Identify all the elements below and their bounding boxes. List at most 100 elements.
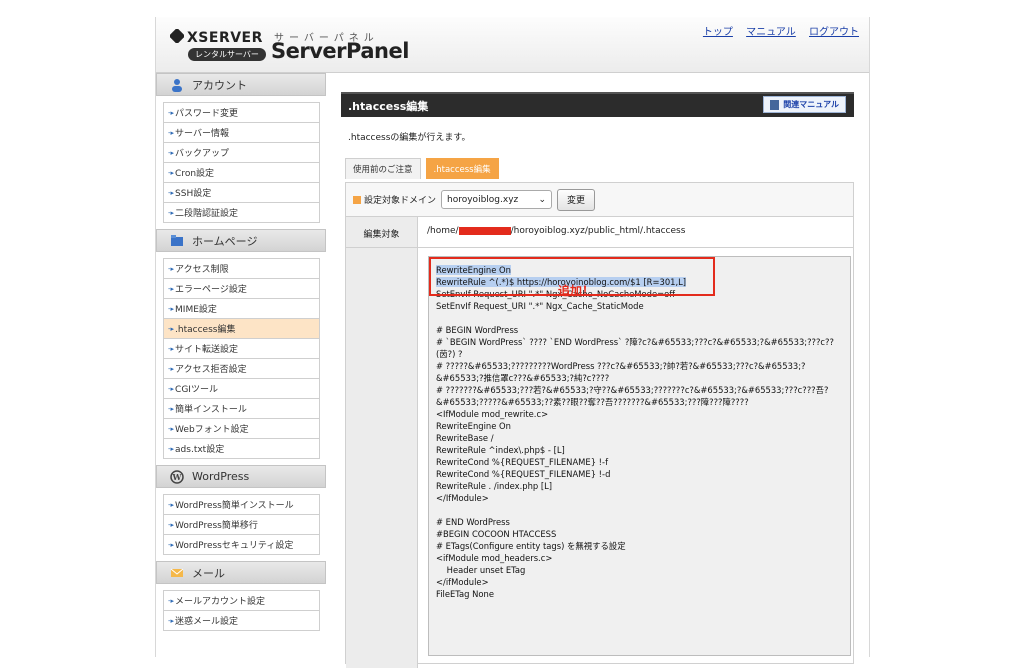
tabs: 使用前のご注意 .htaccess編集 xyxy=(345,158,504,179)
sidebar-item-wp-security[interactable]: -▸ WordPressセキュリティ設定 xyxy=(164,535,319,555)
sidebar-section-title: メール xyxy=(192,566,225,580)
domain-row: 設定対象ドメイン horoyoiblog.xyz ⌄ 変更 xyxy=(346,183,853,217)
related-manual-label: 関連マニュアル xyxy=(783,100,839,109)
arrow-icon: -▸ xyxy=(168,404,175,413)
sidebar-item-label: パスワード変更 xyxy=(175,109,239,119)
sidebar-item-htaccess[interactable]: -▸ .htaccess編集 xyxy=(164,319,319,339)
sidebar-item-label: 迷惑メール設定 xyxy=(175,617,239,627)
sidebar: アカウント -▸ パスワード変更 -▸ サーバー情報 -▸ バックアップ -▸ Cron… xyxy=(156,73,326,637)
sidebar-item-label: メールアカウント設定 xyxy=(175,597,266,607)
folder-icon xyxy=(171,234,183,246)
svg-text:W: W xyxy=(172,472,183,482)
sidebar-item-password[interactable]: -▸ パスワード変更 xyxy=(164,103,319,123)
arrow-icon: -▸ xyxy=(168,188,175,197)
sidebar-item-spam[interactable]: -▸ 迷惑メール設定 xyxy=(164,611,319,631)
sidebar-item-label: バックアップ xyxy=(175,149,230,159)
sidebar-item-label: .htaccess編集 xyxy=(175,325,236,335)
sidebar-item-label: エラーページ設定 xyxy=(175,285,247,295)
arrow-icon: -▸ xyxy=(168,424,175,433)
sidebar-item-label: SSH設定 xyxy=(175,189,212,199)
sidebar-item-label: アクセス拒否設定 xyxy=(175,365,247,375)
sidebar-item-webfont[interactable]: -▸ Webフォント設定 xyxy=(164,419,319,439)
arrow-icon: -▸ xyxy=(168,128,175,137)
editor-label-cell xyxy=(346,248,418,668)
sidebar-item-ads-txt[interactable]: -▸ ads.txt設定 xyxy=(164,439,319,459)
htaccess-code: RewriteEngine On RewriteRule ^(.*)$ http… xyxy=(436,264,846,600)
arrow-icon: -▸ xyxy=(168,304,175,313)
related-manual-button[interactable]: 関連マニュアル xyxy=(763,96,846,113)
sidebar-item-label: サーバー情報 xyxy=(175,129,229,139)
arrow-icon: -▸ xyxy=(168,384,175,393)
arrow-icon: -▸ xyxy=(168,108,175,117)
user-icon xyxy=(172,78,182,92)
path-suffix: /horoyoiblog.xyz/public_html/.htaccess xyxy=(510,226,686,236)
sidebar-menu-wordpress: -▸ WordPress簡単インストール -▸ WordPress簡単移行 -▸ Wo… xyxy=(163,494,320,555)
change-button[interactable]: 変更 xyxy=(557,188,596,211)
sidebar-item-label: WordPress簡単インストール xyxy=(175,501,294,511)
sidebar-item-error-page[interactable]: -▸ エラーページ設定 xyxy=(164,279,319,299)
domain-select-value: horoyoiblog.xyz xyxy=(447,194,519,205)
tab-notes[interactable]: 使用前のご注意 xyxy=(345,158,421,179)
arrow-icon: -▸ xyxy=(168,208,175,217)
sidebar-item-label: Webフォント設定 xyxy=(175,425,249,435)
sidebar-item-2fa[interactable]: -▸ 二段階認証設定 xyxy=(164,203,319,223)
chevron-down-icon: ⌄ xyxy=(538,194,547,205)
sidebar-item-access-deny[interactable]: -▸ アクセス拒否設定 xyxy=(164,359,319,379)
logo-rental-badge: レンタルサーバー xyxy=(188,48,266,61)
arrow-icon: -▸ xyxy=(168,520,175,529)
logo-serverpanel: ServerPanel xyxy=(271,39,409,63)
page-title-bar: .htaccess編集 関連マニュアル xyxy=(341,92,854,117)
target-row: 編集対象 /home/ /horoyoiblog.xyz/public_html/… xyxy=(346,217,853,248)
sidebar-item-label: MIME設定 xyxy=(175,305,217,315)
arrow-icon: -▸ xyxy=(168,264,175,273)
edit-panel: 設定対象ドメイン horoyoiblog.xyz ⌄ 変更 編集対象 /home… xyxy=(345,182,854,668)
sidebar-item-ssh[interactable]: -▸ SSH設定 xyxy=(164,183,319,203)
sidebar-section-homepage: ホームページ xyxy=(156,229,326,252)
logout-link[interactable]: ログアウト xyxy=(809,27,859,38)
htaccess-textarea[interactable]: RewriteEngine On RewriteRule ^(.*)$ http… xyxy=(428,256,851,656)
sidebar-section-title: アカウント xyxy=(192,78,247,92)
sidebar-item-label: 二段階認証設定 xyxy=(175,209,239,219)
sidebar-menu-mail: -▸ メールアカウント設定 -▸ 迷惑メール設定 xyxy=(163,590,320,631)
sidebar-item-label: CGIツール xyxy=(175,385,218,395)
arrow-icon: -▸ xyxy=(168,500,175,509)
arrow-icon: -▸ xyxy=(168,324,175,333)
sidebar-item-access-limit[interactable]: -▸ アクセス制限 xyxy=(164,259,319,279)
sidebar-item-mail-account[interactable]: -▸ メールアカウント設定 xyxy=(164,591,319,611)
sidebar-item-cgi-tools[interactable]: -▸ CGIツール xyxy=(164,379,319,399)
sidebar-item-wp-install[interactable]: -▸ WordPress簡単インストール xyxy=(164,495,319,515)
wordpress-icon: W xyxy=(170,469,184,484)
mail-icon xyxy=(170,568,184,577)
sidebar-item-site-forward[interactable]: -▸ サイト転送設定 xyxy=(164,339,319,359)
sidebar-item-cron[interactable]: -▸ Cron設定 xyxy=(164,163,319,183)
sidebar-item-label: Cron設定 xyxy=(175,169,215,179)
arrow-icon: -▸ xyxy=(168,168,175,177)
arrow-icon: -▸ xyxy=(168,344,175,353)
main-content: .htaccess編集 関連マニュアル .htaccessの編集が行えます。 使… xyxy=(341,92,854,668)
page-description: .htaccessの編集が行えます。 xyxy=(348,133,471,143)
sidebar-menu-account: -▸ パスワード変更 -▸ サーバー情報 -▸ バックアップ -▸ Cron設定 -▸ S… xyxy=(163,102,320,223)
arrow-icon: -▸ xyxy=(168,596,175,605)
top-link[interactable]: トップ xyxy=(703,27,733,38)
sidebar-menu-homepage: -▸ アクセス制限 -▸ エラーページ設定 -▸ MIME設定 -▸ .htaccess… xyxy=(163,258,320,459)
sidebar-section-account: アカウント xyxy=(156,73,326,96)
domain-select[interactable]: horoyoiblog.xyz ⌄ xyxy=(441,190,553,209)
sidebar-item-easy-install[interactable]: -▸ 簡単インストール xyxy=(164,399,319,419)
sidebar-item-label: 簡単インストール xyxy=(175,405,247,415)
arrow-icon: -▸ xyxy=(168,364,175,373)
domain-label: 設定対象ドメイン xyxy=(364,196,437,206)
tab-htaccess-edit[interactable]: .htaccess編集 xyxy=(425,158,499,179)
arrow-icon: -▸ xyxy=(168,148,175,157)
sidebar-section-title: WordPress xyxy=(192,470,250,483)
sidebar-item-server-info[interactable]: -▸ サーバー情報 xyxy=(164,123,319,143)
server-panel-frame: XSERVER レンタルサーバー サーバーパネル ServerPanel トップ… xyxy=(155,17,870,668)
target-label: 編集対象 xyxy=(346,217,418,247)
sidebar-section-wordpress: W WordPress xyxy=(156,465,326,488)
logo-xserver: XSERVER xyxy=(187,30,263,46)
manual-link[interactable]: マニュアル xyxy=(746,27,796,38)
sidebar-item-wp-migrate[interactable]: -▸ WordPress簡単移行 xyxy=(164,515,319,535)
sidebar-item-backup[interactable]: -▸ バックアップ xyxy=(164,143,319,163)
sidebar-item-label: WordPress簡単移行 xyxy=(175,521,258,531)
sidebar-item-mime[interactable]: -▸ MIME設定 xyxy=(164,299,319,319)
annotation-added: 追加！ xyxy=(558,284,595,298)
